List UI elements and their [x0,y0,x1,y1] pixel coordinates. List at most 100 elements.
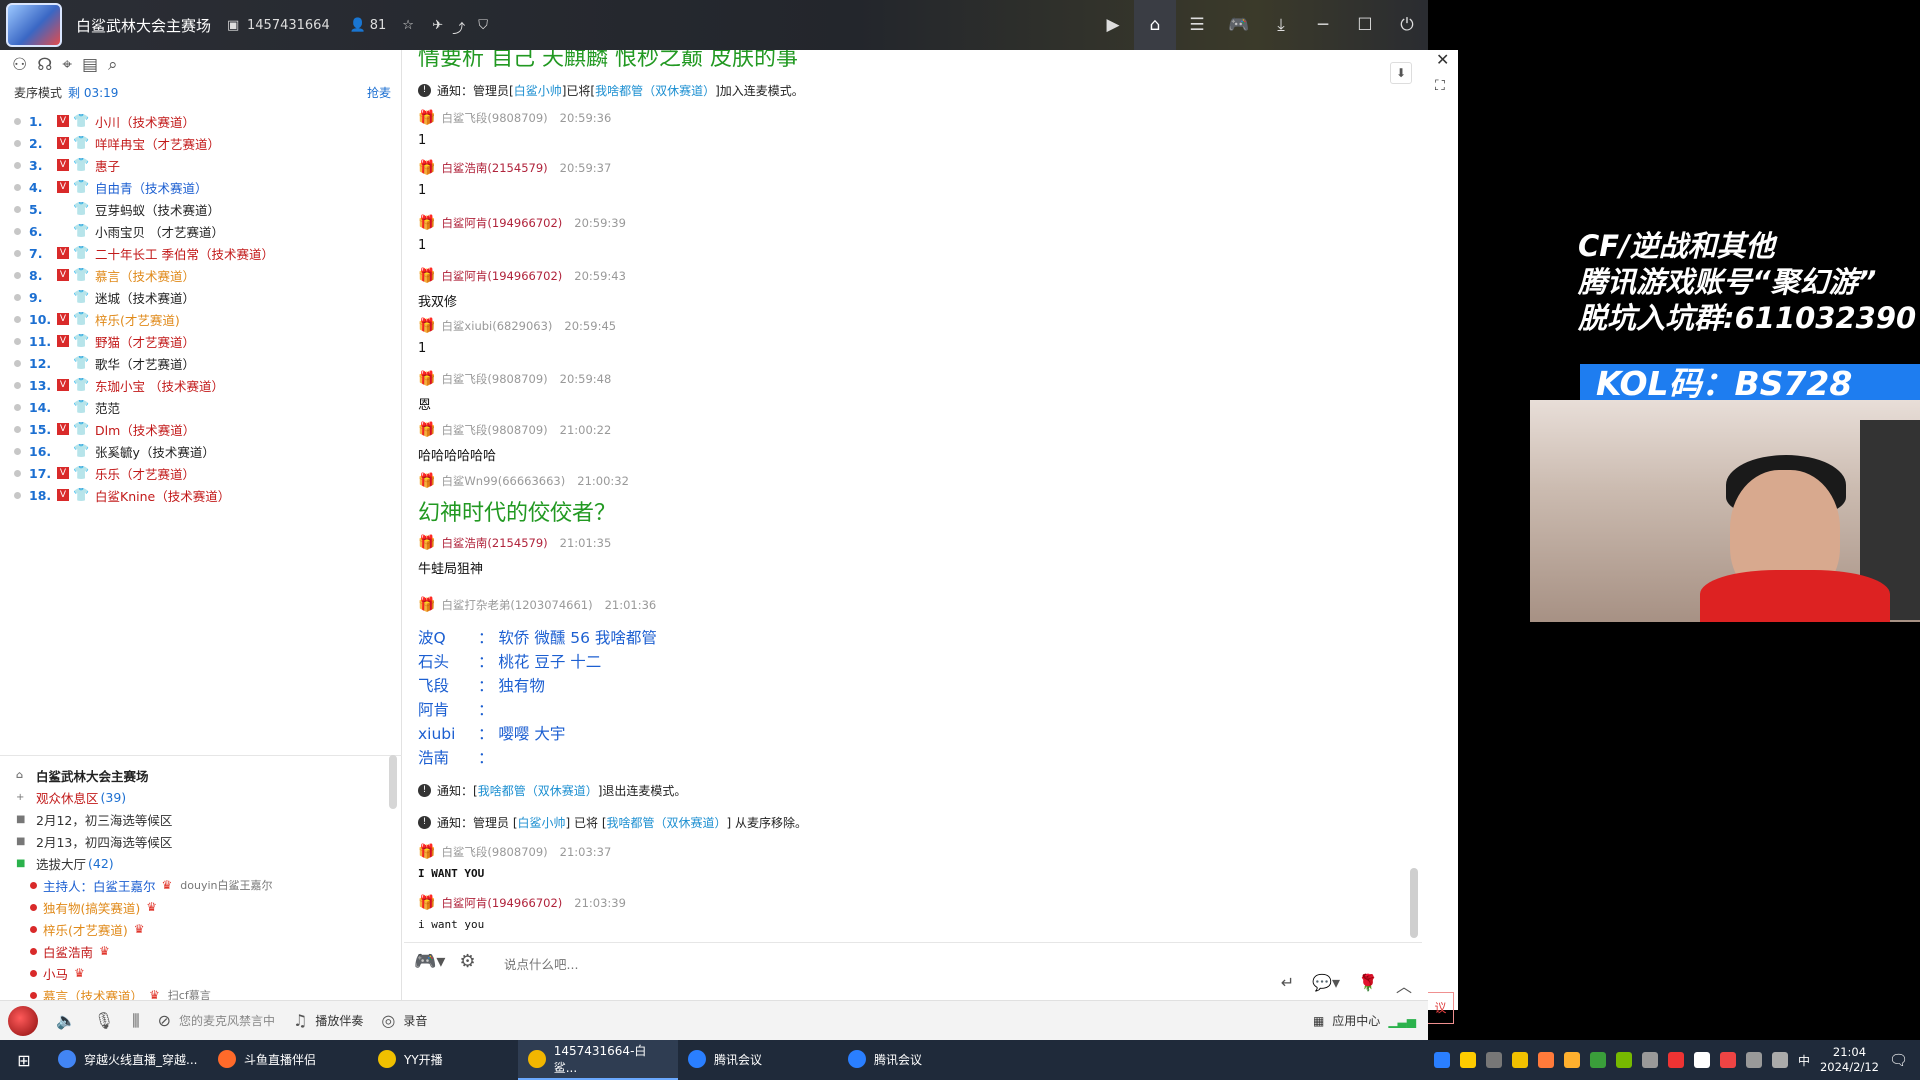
queue-item[interactable]: 8. V 👕 慕言（技术赛道） [0,264,401,286]
sender-name[interactable]: 白鲨飞段(9808709) [441,371,547,387]
member-host[interactable]: 主持人：白鲨王嘉尔 ♛ douyin白鲨王嘉尔 [0,874,402,896]
equalizer-icon[interactable]: ⫼ [132,1011,139,1031]
queue-item[interactable]: 4. V 👕 自由青（技术赛道） [0,176,401,198]
queue-item[interactable]: 9. 👕 迷城（技术赛道） [0,286,401,308]
minimize-icon[interactable]: ─ [1302,0,1344,50]
chevron-up-icon[interactable]: ︿ [1396,973,1412,997]
queue-item[interactable]: 16. 👕 张奚毓y（技术赛道） [0,440,401,462]
tray-cat-icon[interactable] [1563,1052,1580,1068]
chat-scrollbar[interactable] [1410,868,1418,938]
tray-yy-icon[interactable] [1511,1052,1528,1068]
queue-item[interactable]: 11. V 👕 野猫（才艺赛道） [0,330,401,352]
member-1[interactable]: 独有物(搞笑赛道) ♛ [0,896,402,918]
tray-shield-icon[interactable] [1589,1052,1606,1068]
sender-name[interactable]: 白鲨阿肯(194966702) [441,215,562,231]
power-icon[interactable]: ⏻ [1386,0,1428,50]
queue-item[interactable]: 15. V 👕 Dlm（技术赛道） [0,418,401,440]
download-icon[interactable]: ⤓ [1260,0,1302,50]
play-music-button[interactable]: 播放伴奏 [315,1012,363,1029]
record-button[interactable]: 录音 [403,1012,427,1029]
windows-icon[interactable]: ⊞ [0,1040,48,1080]
queue-item[interactable]: 14. 👕 范范 [0,396,401,418]
star-icon[interactable]: ☆ [402,18,416,33]
maximize-icon[interactable]: ☐ [1344,0,1386,50]
music-icon[interactable]: ♫ [293,1011,307,1030]
channel-scrollbar[interactable] [389,755,397,809]
tray-nvidia-icon[interactable] [1615,1052,1632,1068]
shield-icon[interactable]: ⛉ [478,18,492,33]
taskbar-item[interactable]: 腾讯会议 [678,1040,838,1080]
channel-feb13[interactable]: ■ 2月13，初四海选等候区 [0,830,402,852]
enter-icon[interactable]: ↵ [1281,973,1294,997]
queue-item[interactable]: 3. V 👕 惠子 [0,154,401,176]
clock[interactable]: 21:04 2024/2/12 [1820,1045,1879,1075]
channel-feb12[interactable]: ■ 2月12，初三海选等候区 [0,808,402,830]
tray-netease-icon[interactable] [1719,1052,1736,1068]
tray-chrome-icon[interactable] [1693,1052,1710,1068]
ime-indicator[interactable]: 中 [1798,1052,1810,1069]
close-icon[interactable]: ✕ [1436,50,1449,69]
sender-name[interactable]: 白鲨阿肯(194966702) [441,895,562,911]
speaker-icon[interactable]: 🔈 [56,1011,76,1030]
channel-hall[interactable]: ■ 选拔大厅 (42) [0,852,402,874]
share-icon[interactable]: ⤴ [452,18,466,37]
list-icon[interactable]: ☰ [1176,0,1218,50]
queue-item[interactable]: 2. V 👕 咩咩冉宝（才艺赛道） [0,132,401,154]
tray-volume-icon[interactable] [1641,1052,1658,1068]
record-icon[interactable]: ◎ [381,1011,395,1030]
queue-item[interactable]: 13. V 👕 东珈小宝 （技术赛道） [0,374,401,396]
fullscreen-icon[interactable]: ⛶ [1435,78,1445,94]
chat-input[interactable] [504,951,1104,977]
scroll-down-icon[interactable]: ⬇ [1390,62,1412,84]
taskbar-item[interactable]: 穿越火线直播_穿越... [48,1040,208,1080]
plane-icon[interactable]: ✈ [432,18,446,33]
queue-item[interactable]: 12. 👕 歌华（才艺赛道） [0,352,401,374]
notification-icon[interactable]: 🗨 [1889,1051,1908,1069]
queue-item[interactable]: 17. V 👕 乐乐（才艺赛道） [0,462,401,484]
taskbar-item[interactable]: YY开播 [368,1040,518,1080]
sender-name[interactable]: 白鲨飞段(9808709) [441,422,547,438]
queue-item[interactable]: 1. V 👕 小川（技术赛道） [0,110,401,132]
app-center[interactable]: ▦ 应用中心 ▁▃▅ [1313,1012,1416,1029]
member-2[interactable]: 梓乐(才艺赛道) ♛ [0,918,402,940]
sender-name[interactable]: 白鲨打杂老弟(1203074661) [441,597,592,613]
video-icon[interactable]: ▶ [1092,0,1134,50]
tray-network-icon[interactable] [1745,1052,1762,1068]
user-icon[interactable]: ⚇ [12,55,27,75]
queue-item[interactable]: 5. 👕 豆芽蚂蚁（技术赛道） [0,198,401,220]
tray-mic-icon[interactable] [1485,1052,1502,1068]
taskbar-item[interactable]: 斗鱼直播伴侣 [208,1040,368,1080]
queue-item[interactable]: 18. V 👕 白鲨Knine（技术赛道） [0,484,401,506]
sender-name[interactable]: 白鲨xiubi(6829063) [441,318,552,334]
queue-item[interactable]: 6. 👕 小雨宝贝 （才艺赛道） [0,220,401,242]
sender-name[interactable]: 白鲨阿肯(194966702) [441,268,562,284]
queue-item[interactable]: 10. V 👕 梓乐(才艺赛道) [0,308,401,330]
sender-name[interactable]: 白鲨Wn99(66663663) [441,473,565,489]
tray-app-icon[interactable] [1433,1052,1450,1068]
emoji-gamepad-icon[interactable]: 🎮▾ [414,951,445,972]
avatar[interactable] [8,1005,38,1036]
headset-icon[interactable]: ☊ [37,55,52,75]
queue-item[interactable]: 7. V 👕 二十年长工 季伯常（技术赛道） [0,242,401,264]
gamepad-icon[interactable]: 🎮 [1218,0,1260,50]
sender-name[interactable]: 白鲨飞段(9808709) [441,110,547,126]
tray-qq-icon[interactable] [1459,1052,1476,1068]
tray-douyu-icon[interactable] [1537,1052,1554,1068]
member-4[interactable]: 小马 ♛ [0,962,402,984]
chat-bubble-icon[interactable]: 💬▾ [1312,973,1340,997]
tray-speaker-icon[interactable] [1771,1052,1788,1068]
member-3[interactable]: 白鲨浩南 ♛ [0,940,402,962]
room-logo[interactable] [6,3,62,47]
sender-name[interactable]: 白鲨浩南(2154579) [441,160,547,176]
search-icon[interactable]: ⌕ [108,55,118,75]
tray-red-icon[interactable] [1667,1052,1684,1068]
channel-main[interactable]: ⌂ 白鲨武林大会主赛场 [0,764,402,786]
taskbar-item[interactable]: 1457431664-白鲨... [518,1040,678,1080]
location-icon[interactable]: ⌖ [62,55,72,75]
taskbar-item[interactable]: 腾讯会议 [838,1040,998,1080]
home-icon[interactable]: ⌂ [1134,0,1176,50]
float-button[interactable]: 议 [1428,992,1454,1024]
grab-mic-button[interactable]: 抢麦 [367,84,391,101]
rose-icon[interactable]: 🌹 [1358,973,1378,997]
sender-name[interactable]: 白鲨飞段(9808709) [441,844,547,860]
